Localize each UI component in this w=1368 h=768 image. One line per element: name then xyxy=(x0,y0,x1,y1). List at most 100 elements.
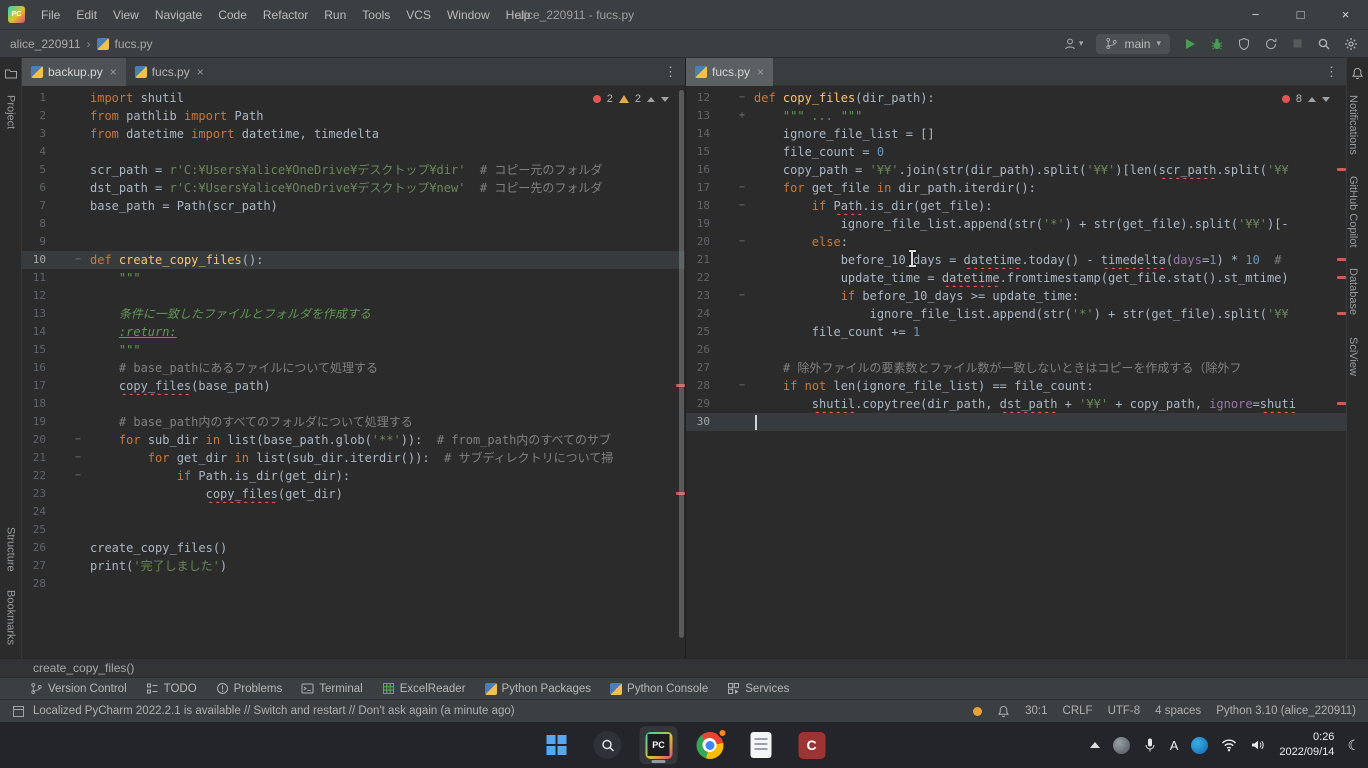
line-number[interactable]: 11 xyxy=(22,269,46,287)
status-30-1[interactable]: 30:1 xyxy=(1025,705,1047,717)
code-line[interactable]: 28− if not len(ignore_file_list) == file… xyxy=(686,377,1346,395)
code-line[interactable]: 15 file_count = 0 xyxy=(686,143,1346,161)
code-line[interactable]: 20− for sub_dir in list(base_path.glob('… xyxy=(22,431,685,449)
line-number[interactable]: 22 xyxy=(22,467,46,485)
inspections-widget[interactable]: 22 xyxy=(587,91,675,107)
line-number[interactable]: 12 xyxy=(22,287,46,305)
close-button[interactable]: × xyxy=(1323,0,1368,30)
search-everywhere-icon[interactable] xyxy=(1317,37,1331,51)
notifications-bell-icon[interactable] xyxy=(1351,67,1364,83)
toolwindow-services[interactable]: Services xyxy=(727,682,789,695)
code-line[interactable]: 25 file_count += 1 xyxy=(686,323,1346,341)
fold-marker[interactable]: − xyxy=(710,287,754,305)
fold-marker[interactable]: + xyxy=(710,107,754,125)
toolwindow-excelreader[interactable]: ExcelReader xyxy=(382,682,466,695)
line-number[interactable]: 22 xyxy=(686,269,710,287)
fold-marker[interactable]: − xyxy=(710,89,754,107)
status-4-spaces[interactable]: 4 spaces xyxy=(1155,705,1201,717)
run-with-coverage-button[interactable] xyxy=(1237,37,1251,51)
line-number[interactable]: 28 xyxy=(22,575,46,593)
code-line[interactable]: 10−def create_copy_files(): xyxy=(22,251,685,269)
start-button[interactable] xyxy=(538,726,576,764)
line-number[interactable]: 9 xyxy=(22,233,46,251)
toolwindow-switcher-icon[interactable] xyxy=(12,705,25,718)
tool-stripe-structure[interactable]: Structure xyxy=(5,518,17,581)
git-branch-widget[interactable]: main ▾ xyxy=(1096,34,1170,54)
toolwindow-terminal[interactable]: Terminal xyxy=(301,682,362,695)
code-line[interactable]: 26create_copy_files() xyxy=(22,539,685,557)
toolwindow-todo[interactable]: TODO xyxy=(146,682,197,695)
code-line[interactable]: 13+ """ ... """ xyxy=(686,107,1346,125)
line-number[interactable]: 23 xyxy=(686,287,710,305)
line-number[interactable]: 17 xyxy=(686,179,710,197)
code-line[interactable]: 20− else: xyxy=(686,233,1346,251)
code-line[interactable]: 25 xyxy=(22,521,685,539)
tray-app-icon[interactable] xyxy=(1113,737,1130,754)
line-number[interactable]: 18 xyxy=(22,395,46,413)
line-number[interactable]: 20 xyxy=(22,431,46,449)
line-number[interactable]: 4 xyxy=(22,143,46,161)
code-line[interactable]: 11 """ xyxy=(22,269,685,287)
line-number[interactable]: 19 xyxy=(22,413,46,431)
status-message[interactable]: Localized PyCharm 2022.2.1 is available … xyxy=(33,705,515,717)
ime-mode-indicator[interactable]: A xyxy=(1170,738,1179,753)
tab-close-icon[interactable]: × xyxy=(757,65,764,79)
code-line[interactable]: 12 xyxy=(22,287,685,305)
tab-fucs-py[interactable]: fucs.py× xyxy=(126,58,213,86)
code-line[interactable]: 12−def copy_files(dir_path): xyxy=(686,89,1346,107)
run-button[interactable] xyxy=(1183,37,1197,51)
line-number[interactable]: 15 xyxy=(22,341,46,359)
menu-run[interactable]: Run xyxy=(316,4,354,26)
taskbar-search-icon[interactable] xyxy=(589,726,627,764)
code-line[interactable]: 13 条件に一致したファイルとフォルダを作成する xyxy=(22,305,685,323)
code-line[interactable]: 15 """ xyxy=(22,341,685,359)
toolwindow-problems[interactable]: Problems xyxy=(216,682,283,695)
line-number[interactable]: 12 xyxy=(686,89,710,107)
code-line[interactable]: 18− if Path.is_dir(get_file): xyxy=(686,197,1346,215)
code-line[interactable]: 22 update_time = datetime.fromtimestamp(… xyxy=(686,269,1346,287)
line-number[interactable]: 8 xyxy=(22,215,46,233)
taskbar-notepad-icon[interactable] xyxy=(742,726,780,764)
menu-code[interactable]: Code xyxy=(210,4,255,26)
line-number[interactable]: 20 xyxy=(686,233,710,251)
tray-chevron-up-icon[interactable] xyxy=(1090,742,1100,748)
line-number[interactable]: 14 xyxy=(22,323,46,341)
code-line[interactable]: 23 copy_files(get_dir) xyxy=(22,485,685,503)
fold-marker[interactable]: − xyxy=(710,179,754,197)
code-line[interactable]: 26 xyxy=(686,341,1346,359)
code-line[interactable]: 18 xyxy=(22,395,685,413)
prev-issue-icon[interactable] xyxy=(647,97,655,102)
taskbar-chrome-icon[interactable] xyxy=(691,726,729,764)
line-number[interactable]: 30 xyxy=(686,413,710,431)
toolwindow-version-control[interactable]: Version Control xyxy=(30,682,127,695)
line-number[interactable]: 13 xyxy=(22,305,46,323)
status-bell-icon[interactable] xyxy=(997,705,1010,718)
tab-options-icon[interactable]: ⋮ xyxy=(664,64,685,80)
fold-marker[interactable]: − xyxy=(710,233,754,251)
breadcrumb-item-alice-220911[interactable]: alice_220911 xyxy=(10,37,81,51)
prev-issue-icon[interactable] xyxy=(1308,97,1316,102)
line-number[interactable]: 21 xyxy=(22,449,46,467)
maximize-button[interactable]: □ xyxy=(1278,0,1323,30)
code-line[interactable]: 27 # 除外ファイルの要素数とファイル数が一致しないときはコピーを作成する（除… xyxy=(686,359,1346,377)
line-number[interactable]: 24 xyxy=(686,305,710,323)
menu-tools[interactable]: Tools xyxy=(354,4,398,26)
tool-stripe-bookmarks[interactable]: Bookmarks xyxy=(5,581,17,654)
code-line[interactable]: 14 :return: xyxy=(22,323,685,341)
minimize-button[interactable]: − xyxy=(1233,0,1278,30)
menu-view[interactable]: View xyxy=(105,4,147,26)
editor-body[interactable]: 12−def copy_files(dir_path):13+ """ ... … xyxy=(686,86,1346,658)
status-notification-dot-icon[interactable] xyxy=(973,707,982,716)
debug-button[interactable] xyxy=(1210,37,1224,51)
tab-backup-py[interactable]: backup.py× xyxy=(22,58,126,86)
fold-marker[interactable]: − xyxy=(710,377,754,395)
line-number[interactable]: 7 xyxy=(22,197,46,215)
line-number[interactable]: 14 xyxy=(686,125,710,143)
code-line[interactable]: 9 xyxy=(22,233,685,251)
status-crlf[interactable]: CRLF xyxy=(1063,705,1093,717)
line-number[interactable]: 13 xyxy=(686,107,710,125)
breadcrumb-item-fucs-py[interactable]: fucs.py xyxy=(115,37,153,51)
line-number[interactable]: 16 xyxy=(686,161,710,179)
code-line[interactable]: 29 shutil.copytree(dir_path, dst_path + … xyxy=(686,395,1346,413)
scrollbar-thumb[interactable] xyxy=(679,90,684,638)
